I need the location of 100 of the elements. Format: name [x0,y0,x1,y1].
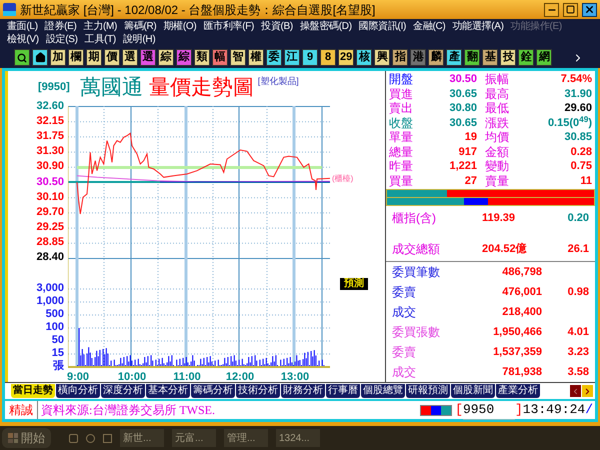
quote-value: 0.28 [570,144,592,160]
toolbar-button[interactable]: 麟 [428,49,444,66]
app-logo-icon [3,3,16,16]
toolbar-button[interactable]: 加 [50,49,66,66]
toolbar-button[interactable]: 智 [230,49,246,66]
taskbar-item[interactable]: 新世... [120,429,164,448]
menu-item[interactable]: 功能選擇(A) [452,19,504,34]
quote-label: 最高 [485,86,510,102]
toolbar-button[interactable]: 江 [284,49,300,66]
menu-item[interactable]: 操盤密碼(D) [300,19,352,34]
toolbar-button[interactable]: 類 [194,49,210,66]
toolbar-button[interactable]: 網 [536,49,552,66]
menu-item[interactable]: 匯市利率(F) [203,19,254,34]
toolbar-button[interactable]: 幅 [212,49,228,66]
menu-item[interactable]: 投資(B) [261,19,293,34]
menu-item[interactable]: 國際資訊(I) [358,19,406,34]
toolbar-button[interactable]: 29 [338,49,354,66]
volume-axis-label: 15 [52,346,64,360]
volume-axis-label: 張 [53,358,64,374]
menu-item[interactable]: 籌碼(R) [124,19,156,34]
tab[interactable]: 基本分析 [146,384,190,398]
quote-value: 19 [464,130,477,146]
tab[interactable]: 深度分析 [101,384,145,398]
order-value: 1,950,466 [492,324,542,340]
tab[interactable]: 產業分析 [496,384,540,398]
stock-code: [9950] [38,80,70,96]
toolbar-button[interactable]: 核 [356,49,372,66]
quote-label: 總量 [389,144,414,160]
tab[interactable]: 財務分析 [281,384,325,398]
taskbar-item[interactable]: 管理... [224,429,268,448]
tab[interactable]: 當日走勢 [11,384,55,398]
toolbar-button[interactable]: 綜 [176,49,192,66]
tab[interactable]: 行事曆 [326,384,360,398]
toolbar-button[interactable]: 9 [302,49,318,66]
toolbar-button[interactable]: 基 [482,49,498,66]
toolbar-button[interactable]: 興 [374,49,390,66]
toolbar-button[interactable]: 權 [248,49,264,66]
menu-item[interactable]: 證券(E) [44,19,77,34]
start-button[interactable]: 開始 [2,428,51,448]
toolbar-button[interactable]: 翻 [464,49,480,66]
index-value: 119.39 [482,210,516,226]
taskbar-item[interactable]: 1324... [276,429,320,448]
tab[interactable]: 籌碼分析 [191,384,235,398]
toolbar-button[interactable]: 指 [392,49,408,66]
home-button[interactable] [32,49,48,66]
menu-item[interactable]: 金融(C) [413,19,446,34]
volume-axis-label: 100 [46,320,64,335]
tab[interactable]: 個股新聞 [451,384,495,398]
search-button[interactable] [14,49,30,66]
toolbar-button[interactable]: 價 [104,49,120,66]
stock-name: 萬國通 [80,74,143,102]
toolbar-button[interactable]: 技 [500,49,516,66]
turnover-value: 204.52億 [482,242,528,258]
toolbar-button[interactable]: 綜 [158,49,174,66]
menu-item[interactable]: 說明(H) [122,32,156,48]
quote-label: 開盤 [389,71,414,88]
tab[interactable]: 研報預測 [406,384,450,398]
quote-label: 單量 [389,129,414,146]
maximize-icon[interactable] [566,5,575,14]
menu-item[interactable]: 期權(O) [163,19,196,34]
toolbar-button[interactable]: 選 [140,49,156,66]
bracket-text: [ [455,401,463,420]
toolbar-button[interactable]: 選 [122,49,138,66]
toolbar-button[interactable]: 期 [86,49,102,66]
quote-label: 變動 [485,158,510,175]
time-axis-label: 13:00 [280,370,310,384]
windows-logo-icon [8,433,18,444]
tab[interactable]: 技術分析 [236,384,280,398]
price-axis-label: 30.10 [36,190,64,205]
status-indicator-icon [420,404,452,416]
toolbar-button[interactable]: 8 [320,49,336,66]
quote-value: 30.85 [563,130,592,146]
search-icon [17,52,27,63]
menu-item[interactable]: 檢視(V) [7,32,39,48]
forecast-button[interactable]: 預測 [340,278,368,290]
menu-item[interactable]: 主力(M) [84,19,118,34]
menu-item[interactable]: 工具(T) [84,32,116,48]
menu-item[interactable]: 設定(S) [46,32,78,48]
taskbar-item[interactable]: 元富... [172,429,216,448]
toolbar-button[interactable]: 港 [410,49,426,66]
quote-label: 昨量 [389,158,414,176]
tab[interactable]: 橫向分析 [56,384,100,398]
toolbar-button[interactable]: 委 [266,49,282,66]
quote-value: 11 [579,174,592,189]
order-label: 委買筆數 [392,264,441,282]
turnover-label: 成交總額 [392,241,441,258]
maximize-button[interactable] [563,2,578,17]
stock-code-field[interactable]: 9950 [462,400,515,420]
toolbar-button[interactable]: 產 [446,49,462,66]
slash-text: / [585,401,594,420]
quote-value: 27 [464,174,477,189]
tab[interactable]: 個股總覽 [361,384,405,398]
quote-value: 30.50 [448,72,477,88]
industry-label: [塑化製品] [258,75,299,88]
toolbar-button[interactable]: 銓 [518,49,534,66]
window-title: 新世紀贏家 [台灣] - 102/08/02 - 台盤個股走勢：綜合自選股[名望股] [20,2,376,19]
minimize-button[interactable] [544,2,559,17]
price-axis-label: 29.70 [36,204,64,220]
menu-item[interactable]: 畫面(L) [7,19,38,34]
toolbar-button[interactable]: 欄 [68,49,84,66]
